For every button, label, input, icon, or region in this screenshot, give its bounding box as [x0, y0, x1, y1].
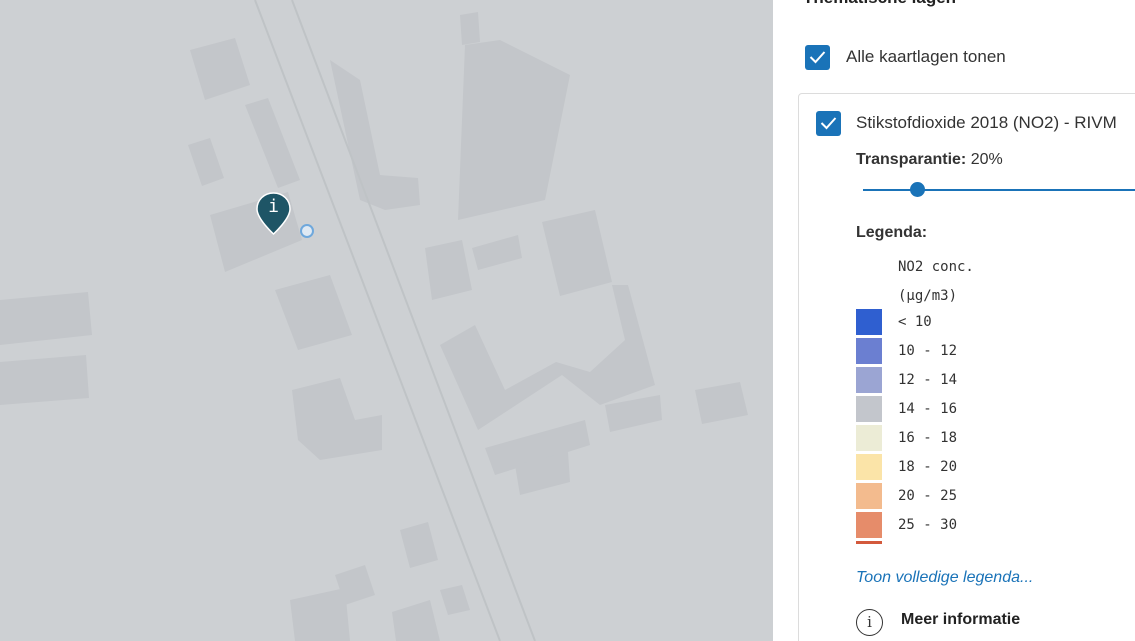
- legend-swatch: [856, 396, 882, 422]
- transparency-label: Transparantie:: [856, 151, 967, 168]
- info-icon[interactable]: i: [856, 609, 883, 636]
- legend-row: < 10: [856, 309, 996, 335]
- legend-swatch: [856, 483, 882, 509]
- building: [188, 138, 224, 186]
- legend-label: < 10: [898, 314, 932, 330]
- legend-swatch: [856, 367, 882, 393]
- legend-row: 12 - 14: [856, 367, 996, 393]
- legend-swatch: [856, 425, 882, 451]
- legend-unit: (µg/m3): [898, 288, 958, 304]
- show-all-checkbox[interactable]: [805, 45, 830, 70]
- building: [695, 382, 748, 424]
- legend-label: 12 - 14: [898, 372, 958, 388]
- legend-title: Legenda:: [856, 224, 928, 241]
- more-info-link[interactable]: Meer informatie: [901, 611, 1020, 629]
- legend-row: 10 - 12: [856, 338, 996, 364]
- building: [0, 292, 92, 345]
- legend: NO2 conc. (µg/m3) < 10 10 - 12 12 - 14 14 -…: [856, 259, 996, 544]
- transparency-slider[interactable]: [863, 189, 1135, 191]
- marker-glyph: i: [268, 196, 279, 217]
- legend-row: 25 - 30: [856, 512, 996, 538]
- building: [392, 600, 440, 641]
- building: [290, 588, 350, 641]
- layers-panel: Thematische lagen Alle kaartlagen tonen …: [773, 0, 1135, 641]
- legend-swatch: [856, 512, 882, 538]
- map-canvas[interactable]: i: [0, 0, 773, 641]
- building: [0, 355, 89, 405]
- transparency-slider-thumb[interactable]: [910, 182, 925, 197]
- building: [440, 585, 470, 615]
- check-icon: [809, 51, 826, 64]
- location-dot: [300, 224, 314, 238]
- building: [458, 40, 570, 220]
- building: [292, 378, 382, 460]
- layer-name[interactable]: Stikstofdioxide 2018 (NO2) - RIVM: [856, 113, 1117, 133]
- legend-row: 20 - 25: [856, 483, 996, 509]
- legend-row: 18 - 20: [856, 454, 996, 480]
- building: [425, 240, 472, 300]
- legend-swatch: [856, 309, 882, 335]
- legend-label: 10 - 12: [898, 343, 958, 359]
- legend-label: 25 - 30: [898, 517, 958, 533]
- layer-checkbox[interactable]: [816, 111, 841, 136]
- building: [460, 12, 480, 45]
- building: [190, 38, 250, 100]
- building: [542, 210, 612, 296]
- legend-row: 16 - 18: [856, 425, 996, 451]
- building: [275, 275, 352, 350]
- show-all-label[interactable]: Alle kaartlagen tonen: [846, 47, 1006, 67]
- transparency-text: Transparantie: 20%: [856, 151, 1003, 169]
- legend-row: [856, 541, 996, 544]
- legend-label: 16 - 18: [898, 430, 958, 446]
- legend-swatch: [856, 338, 882, 364]
- legend-header: NO2 conc.: [898, 259, 974, 275]
- legend-label: 14 - 16: [898, 401, 958, 417]
- layer-card: Stikstofdioxide 2018 (NO2) - RIVM Transp…: [798, 93, 1135, 641]
- legend-swatch: [856, 454, 882, 480]
- legend-label: 18 - 20: [898, 459, 958, 475]
- building: [472, 235, 522, 270]
- panel-title: Thematische lagen: [803, 0, 956, 8]
- building: [605, 395, 662, 432]
- legend-row: 14 - 16: [856, 396, 996, 422]
- transparency-value: 20%: [970, 151, 1003, 168]
- building: [245, 98, 300, 188]
- legend-swatch: [856, 541, 882, 544]
- legend-label: 20 - 25: [898, 488, 958, 504]
- check-icon: [820, 117, 837, 130]
- map-basemap: [0, 0, 748, 641]
- full-legend-link[interactable]: Toon volledige legenda...: [856, 569, 1033, 587]
- building: [400, 522, 438, 568]
